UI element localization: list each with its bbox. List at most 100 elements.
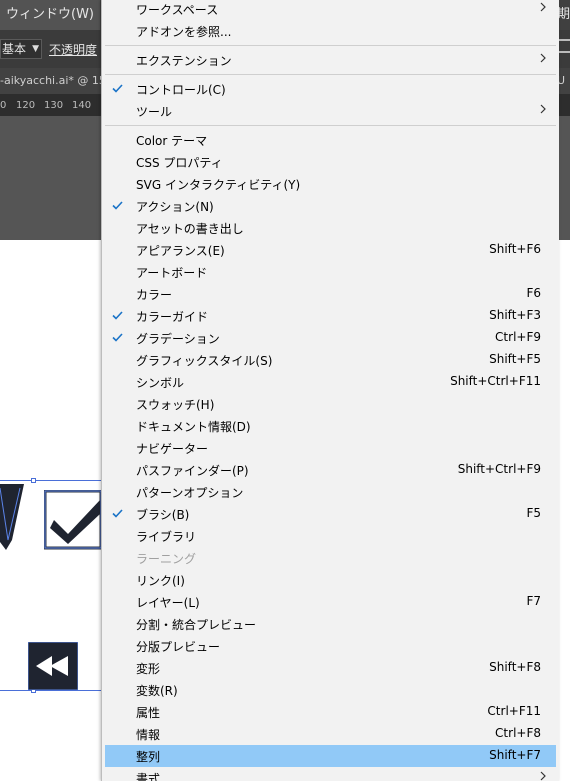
menu-item-label: グラデーション xyxy=(136,332,220,346)
menu-item-label: スウォッチ(H) xyxy=(136,398,215,412)
menu-item-label: 書式 xyxy=(136,772,161,781)
menu-item-label: アセットの書き出し xyxy=(136,222,244,236)
opacity-label[interactable]: 不透明度 xyxy=(49,41,97,58)
menu-item[interactable]: SVG インタラクティビティ(Y) xyxy=(105,173,556,195)
selection-box-top xyxy=(0,480,101,481)
menu-item[interactable]: ライブラリ xyxy=(105,525,556,547)
menu-item[interactable]: パターンオプション xyxy=(105,481,556,503)
menu-item[interactable]: パスファインダー(P) Shift+Ctrl+F9 xyxy=(105,459,556,481)
menu-item-label: Color テーマ xyxy=(136,134,208,148)
menu-item-label: 分割・統合プレビュー xyxy=(136,618,257,632)
menu-item-label: SVG インタラクティビティ(Y) xyxy=(136,178,301,192)
menu-item[interactable]: ドキュメント情報(D) xyxy=(105,415,556,437)
menu-item-shortcut: F7 xyxy=(526,594,541,608)
menubar-item-window[interactable]: ウィンドウ(W) xyxy=(0,0,100,30)
menu-item-shortcut: Shift+Ctrl+F11 xyxy=(450,374,541,388)
menu-item-label: アドオンを参照... xyxy=(136,25,232,39)
menu-item[interactable]: ツール xyxy=(105,100,556,122)
menu-item[interactable]: アドオンを参照... xyxy=(105,20,556,42)
check-shape-partial[interactable] xyxy=(0,484,24,554)
menu-item-shortcut: Ctrl+F11 xyxy=(487,704,541,718)
menu-item[interactable]: 変数(R) xyxy=(105,679,556,701)
menu-item[interactable]: Color テーマ xyxy=(105,129,556,151)
menu-separator xyxy=(105,125,556,126)
menu-separator xyxy=(105,45,556,46)
menu-item[interactable]: 分版プレビュー xyxy=(105,635,556,657)
menu-item[interactable]: カラー F6 xyxy=(105,283,556,305)
menu-item-label: CSS プロパティ xyxy=(136,156,223,170)
checkbox-check-art[interactable] xyxy=(44,490,101,550)
menu-item[interactable]: グラフィックスタイル(S) Shift+F5 xyxy=(105,349,556,371)
checkmark-icon xyxy=(112,509,123,518)
menu-item-label: リンク(I) xyxy=(136,574,185,588)
ruler-tick-label: 0 xyxy=(0,100,7,111)
menu-item[interactable]: レイヤー(L) F7 xyxy=(105,591,556,613)
menu-item-shortcut: Ctrl+F8 xyxy=(495,726,541,740)
menu-item[interactable]: アピアランス(E) Shift+F6 xyxy=(105,239,556,261)
menu-item-label: ライブラリ xyxy=(136,530,197,544)
selection-box-bottom xyxy=(0,690,101,691)
menu-item-label: カラーガイド xyxy=(136,310,209,324)
menu-item[interactable]: コントロール(C) xyxy=(105,78,556,100)
menu-item[interactable]: 整列 Shift+F7 xyxy=(105,745,556,767)
menu-item[interactable]: スウォッチ(H) xyxy=(105,393,556,415)
menu-item[interactable]: ナビゲーター xyxy=(105,437,556,459)
menu-item-shortcut: Ctrl+F9 xyxy=(495,330,541,344)
menu-item[interactable]: 書式 xyxy=(105,767,556,781)
menu-item-label: ラーニング xyxy=(136,552,197,566)
submenu-arrow-icon xyxy=(540,771,546,781)
menu-item-label: ドキュメント情報(D) xyxy=(136,420,251,434)
menu-item-label: 分版プレビュー xyxy=(136,640,221,654)
menu-item[interactable]: アクション(N) xyxy=(105,195,556,217)
menu-item-label: ナビゲーター xyxy=(136,442,209,456)
submenu-arrow-icon xyxy=(540,104,546,114)
menu-item-label: ブラシ(B) xyxy=(136,508,190,522)
menu-item[interactable]: 分割・統合プレビュー xyxy=(105,613,556,635)
menu-item-shortcut: Shift+F7 xyxy=(489,748,541,762)
checkmark-icon xyxy=(112,84,123,93)
menu-item-shortcut: F6 xyxy=(526,286,541,300)
style-preset-select[interactable]: 基本 ▼ xyxy=(0,39,42,59)
menu-item[interactable]: シンボル Shift+Ctrl+F11 xyxy=(105,371,556,393)
menu-item-shortcut: Shift+F8 xyxy=(489,660,541,674)
app-window: ウィンドウ(W) 期 基本 ▼ 不透明度 -aikyacchi.ai* @ 15… xyxy=(0,0,570,781)
menu-item-label: レイヤー(L) xyxy=(136,596,200,610)
chevron-down-icon: ▼ xyxy=(32,44,39,54)
menu-item-label: 変形 xyxy=(136,662,161,676)
menu-item[interactable]: 情報 Ctrl+F8 xyxy=(105,723,556,745)
menu-item-shortcut: F5 xyxy=(526,506,541,520)
menu-item: ラーニング xyxy=(105,547,556,569)
menu-item[interactable]: リンク(I) xyxy=(105,569,556,591)
menu-item[interactable]: グラデーション Ctrl+F9 xyxy=(105,327,556,349)
panel-menu-icon[interactable] xyxy=(558,39,570,53)
menu-item[interactable]: カラーガイド Shift+F3 xyxy=(105,305,556,327)
menu-item-label: 変数(R) xyxy=(136,684,178,698)
ruler-tick-label: 140 xyxy=(72,100,92,111)
menu-item-shortcut: Shift+F3 xyxy=(489,308,541,322)
selection-handle[interactable] xyxy=(31,478,36,483)
menu-item-label: パスファインダー(P) xyxy=(136,464,249,478)
menu-item[interactable]: ワークスペース xyxy=(105,0,556,20)
submenu-arrow-icon xyxy=(540,2,546,12)
menu-item[interactable]: エクステンション xyxy=(105,49,556,71)
menu-item[interactable]: 変形 Shift+F8 xyxy=(105,657,556,679)
menu-item-shortcut: Shift+F5 xyxy=(489,352,541,366)
submenu-arrow-icon xyxy=(540,53,546,63)
menu-item-label: アクション(N) xyxy=(136,200,214,214)
ruler-tick-label: 130 xyxy=(44,100,64,111)
menu-item-label: ツール xyxy=(136,105,173,119)
document-tab[interactable]: -aikyacchi.ai* @ 15 xyxy=(0,74,106,87)
style-preset-value: 基本 xyxy=(2,42,27,56)
menu-item[interactable]: 属性 Ctrl+F11 xyxy=(105,701,556,723)
menu-item-label: アートボード xyxy=(136,266,208,280)
checkmark-icon xyxy=(112,201,123,210)
menu-item-label: カラー xyxy=(136,288,173,302)
menu-item[interactable]: アートボード xyxy=(105,261,556,283)
menu-item-label: グラフィックスタイル(S) xyxy=(136,354,273,368)
menu-item[interactable]: アセットの書き出し xyxy=(105,217,556,239)
rewind-icon[interactable] xyxy=(28,642,78,690)
menu-item-shortcut: Shift+F6 xyxy=(489,242,541,256)
menu-item[interactable]: ブラシ(B) F5 xyxy=(105,503,556,525)
checkmark-icon xyxy=(112,333,123,342)
menu-item[interactable]: CSS プロパティ xyxy=(105,151,556,173)
